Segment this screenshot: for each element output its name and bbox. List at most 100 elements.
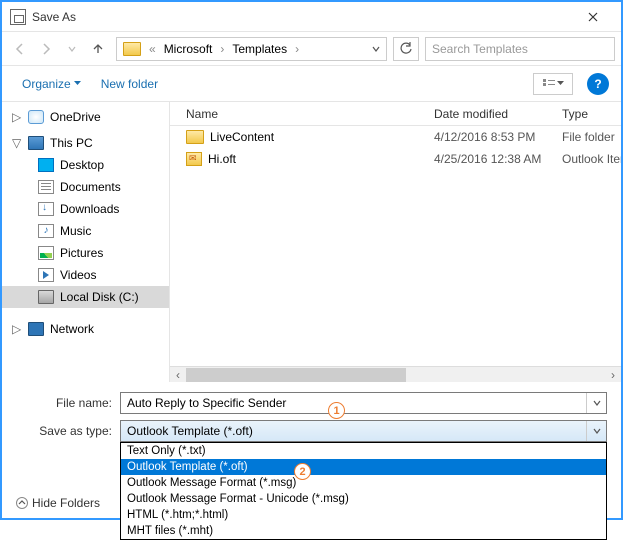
tree-expander[interactable]: ▽ xyxy=(12,136,22,150)
chevron-down-icon xyxy=(68,45,76,53)
type-option[interactable]: HTML (*.htm;*.html) xyxy=(121,507,606,523)
refresh-icon xyxy=(400,42,413,55)
dialog-icon xyxy=(10,9,26,25)
file-date: 4/25/2016 12:38 AM xyxy=(434,152,562,166)
tree-item-desktop[interactable]: Desktop xyxy=(2,154,169,176)
horizontal-scrollbar[interactable]: ‹ › xyxy=(170,366,621,382)
tree-item-pictures[interactable]: Pictures xyxy=(2,242,169,264)
file-list: Name Date modified Type LiveContent 4/12/… xyxy=(170,102,621,382)
file-date: 4/12/2016 8:53 PM xyxy=(434,130,562,144)
type-option[interactable]: Text Only (*.txt) xyxy=(121,443,606,459)
search-placeholder: Search Templates xyxy=(432,42,528,56)
forward-button[interactable] xyxy=(34,37,58,61)
navigation-bar: « Microsoft › Templates › Search Templat… xyxy=(2,32,621,66)
disk-icon xyxy=(38,290,54,304)
search-input[interactable]: Search Templates xyxy=(425,37,615,61)
col-type[interactable]: Type xyxy=(562,107,621,121)
chevron-down-icon xyxy=(593,399,601,407)
tree-item-label: Videos xyxy=(60,268,96,282)
titlebar: Save As xyxy=(2,2,621,32)
new-folder-button[interactable]: New folder xyxy=(93,73,166,95)
file-type: Outlook Item xyxy=(562,152,621,166)
tree-item-downloads[interactable]: Downloads xyxy=(2,198,169,220)
file-row[interactable]: Hi.oft 4/25/2016 12:38 AMOutlook Item xyxy=(170,148,621,170)
saveastype-dropdown-arrow[interactable] xyxy=(586,421,606,441)
file-row[interactable]: LiveContent 4/12/2016 8:53 PMFile folder xyxy=(170,126,621,148)
saveastype-label: Save as type: xyxy=(16,424,120,438)
organize-button[interactable]: Organize xyxy=(14,73,89,95)
type-option[interactable]: Outlook Message Format (*.msg) xyxy=(121,475,606,491)
tree-item-videos[interactable]: Videos xyxy=(2,264,169,286)
tree-expander[interactable]: ▷ xyxy=(12,322,22,336)
recent-dropdown[interactable] xyxy=(60,37,84,61)
filename-label: File name: xyxy=(16,396,120,410)
chevron-up-icon xyxy=(16,497,28,509)
breadcrumb-sep: › xyxy=(216,42,228,56)
cloud-icon xyxy=(28,110,44,124)
up-button[interactable] xyxy=(86,37,110,61)
window-title: Save As xyxy=(32,10,573,24)
file-type: File folder xyxy=(562,130,621,144)
breadcrumb-microsoft[interactable]: Microsoft xyxy=(160,40,217,58)
saveastype-combo[interactable]: Outlook Template (*.oft) xyxy=(120,420,607,442)
col-date[interactable]: Date modified xyxy=(434,107,562,121)
tree-item-label: Network xyxy=(50,322,94,336)
pic-icon xyxy=(38,246,54,260)
chevron-down-icon xyxy=(74,80,81,87)
folder-icon xyxy=(123,42,141,56)
refresh-button[interactable] xyxy=(393,37,419,61)
tree-item-documents[interactable]: Documents xyxy=(2,176,169,198)
filename-dropdown[interactable] xyxy=(586,393,606,413)
net-icon xyxy=(28,322,44,336)
scroll-left[interactable]: ‹ xyxy=(170,367,186,383)
save-as-dialog: Save As « Microsoft › Templates › Search… xyxy=(0,0,623,520)
oft-file-icon xyxy=(186,152,202,166)
tree-item-label: Pictures xyxy=(60,246,103,260)
chevron-down-icon xyxy=(593,427,601,435)
forward-arrow-icon xyxy=(39,42,53,56)
saveastype-dropdown: Text Only (*.txt)Outlook Template (*.oft… xyxy=(120,442,607,540)
close-icon xyxy=(588,12,598,22)
chevron-down-icon xyxy=(557,80,564,87)
type-option[interactable]: Outlook Template (*.oft) xyxy=(121,459,606,475)
back-button[interactable] xyxy=(8,37,32,61)
tree-item-label: This PC xyxy=(50,136,93,150)
tree-item-this-pc[interactable]: ▽ This PC xyxy=(2,132,169,154)
back-arrow-icon xyxy=(13,42,27,56)
close-button[interactable] xyxy=(573,3,613,31)
navigation-tree: ▷ OneDrive ▽ This PC Desktop Documents Downloa… xyxy=(2,102,170,382)
col-name[interactable]: Name xyxy=(186,107,434,121)
chevron-down-icon xyxy=(372,45,380,53)
help-button[interactable]: ? xyxy=(587,73,609,95)
tree-expander[interactable]: ▷ xyxy=(12,110,22,124)
tree-item-label: OneDrive xyxy=(50,110,101,124)
desk-icon xyxy=(38,158,54,172)
up-arrow-icon xyxy=(91,42,105,56)
tree-item-music[interactable]: ♪ Music xyxy=(2,220,169,242)
type-option[interactable]: Outlook Message Format - Unicode (*.msg) xyxy=(121,491,606,507)
hide-folders-button[interactable]: Hide Folders xyxy=(16,496,100,510)
address-dropdown[interactable] xyxy=(368,45,384,53)
column-headers: Name Date modified Type xyxy=(170,102,621,126)
breadcrumb-sep: › xyxy=(291,42,303,56)
file-name: Hi.oft xyxy=(208,152,236,166)
type-option[interactable]: MHT files (*.mht) xyxy=(121,523,606,539)
tree-item-network[interactable]: ▷ Network xyxy=(2,318,169,340)
scroll-thumb[interactable] xyxy=(186,368,406,382)
tree-item-label: Desktop xyxy=(60,158,104,172)
address-bar[interactable]: « Microsoft › Templates › xyxy=(116,37,387,61)
breadcrumb-templates[interactable]: Templates xyxy=(228,40,291,58)
music-icon: ♪ xyxy=(38,224,54,238)
file-name: LiveContent xyxy=(210,130,274,144)
tree-item-onedrive[interactable]: ▷ OneDrive xyxy=(2,106,169,128)
tree-item-label: Documents xyxy=(60,180,121,194)
down-icon xyxy=(38,202,54,216)
tree-item-label: Music xyxy=(60,224,91,238)
view-options-button[interactable] xyxy=(533,73,573,95)
filename-input[interactable]: Auto Reply to Specific Sender xyxy=(120,392,607,414)
scroll-right[interactable]: › xyxy=(605,367,621,383)
pc-icon xyxy=(28,136,44,150)
doc-icon xyxy=(38,180,54,194)
vid-icon xyxy=(38,268,54,282)
tree-item-local-disk-c-[interactable]: Local Disk (C:) xyxy=(2,286,169,308)
